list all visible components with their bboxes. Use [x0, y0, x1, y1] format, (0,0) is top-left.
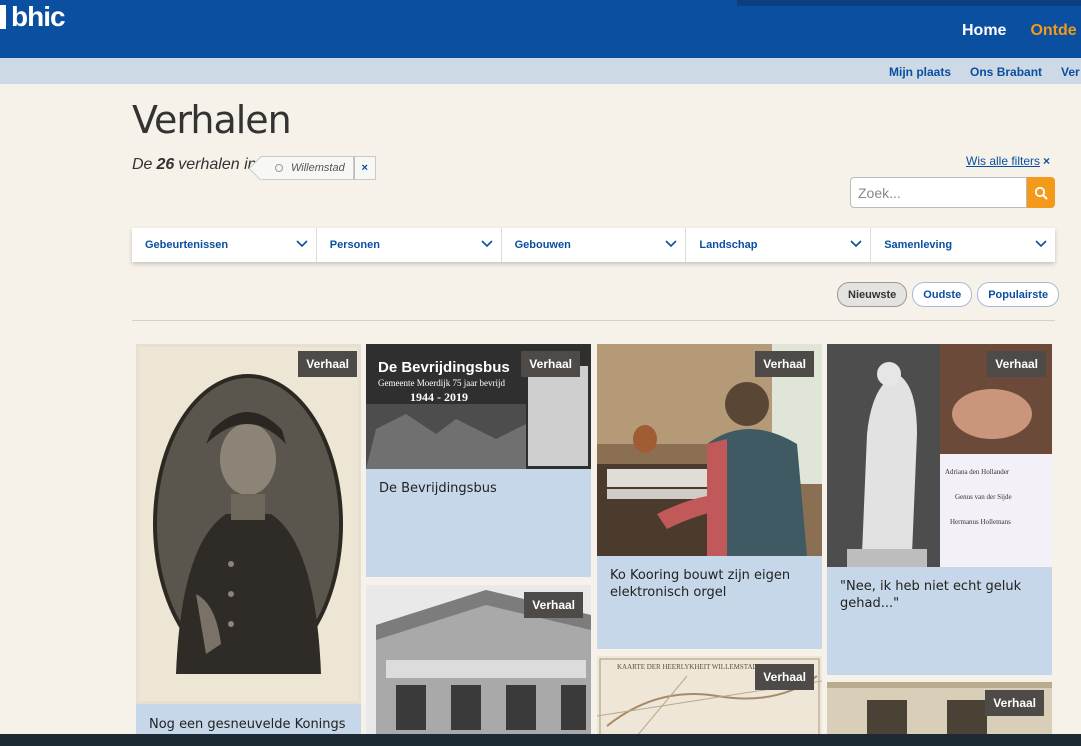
- story-type-badge: Verhaal: [298, 351, 357, 377]
- sort-oldest-button[interactable]: Oudste: [912, 282, 973, 307]
- filter-tag-label: Willemstad: [260, 156, 354, 180]
- active-filter-text: Willemstad: [291, 162, 345, 174]
- header-stripe: [737, 0, 1081, 6]
- nav-home[interactable]: Home: [962, 22, 1006, 40]
- search-icon: [1034, 186, 1048, 199]
- story-card[interactable]: Verhaal: [366, 585, 591, 736]
- results-summary: De 26 verhalen in: [132, 156, 257, 174]
- story-title: Ko Kooring bouwt zijn eigen elektronisch…: [610, 568, 791, 600]
- os-taskbar: [0, 734, 1081, 746]
- top-header: bhic Home Ontde: [0, 0, 1081, 58]
- story-title: "Nee, ik heb niet echt geluk gehad...": [840, 579, 1022, 611]
- active-filter-tag: Willemstad ×: [260, 155, 376, 181]
- filter-label: Landschap: [699, 239, 758, 251]
- poster-heading: De Bevrijdingsbus: [378, 359, 510, 376]
- page-title: Verhalen: [132, 98, 292, 142]
- search-box: [850, 177, 1055, 208]
- results-count: 26: [156, 156, 175, 173]
- poster-subtitle: Gemeente Moerdijk 75 jaar bevrijd: [378, 378, 505, 388]
- clear-filters-close-icon[interactable]: ×: [1043, 154, 1050, 168]
- filter-gebouwen[interactable]: Gebouwen: [502, 228, 687, 262]
- subnav-verhalen[interactable]: Ver: [1061, 65, 1080, 79]
- story-card[interactable]: KAARTE DER HEERLYKHEIT WILLEMSTAD Verhaa…: [597, 656, 822, 736]
- search-input[interactable]: [850, 177, 1027, 208]
- filter-label: Samenleving: [884, 239, 953, 251]
- story-card[interactable]: Verhaal: [827, 682, 1052, 736]
- filter-label: Gebeurtenissen: [145, 239, 229, 251]
- filter-gebeurtenissen[interactable]: Gebeurtenissen: [132, 228, 317, 262]
- statue-collage-image: Adriana den Hollander Genus van der Sijd…: [827, 344, 1052, 567]
- story-type-badge: Verhaal: [755, 351, 814, 377]
- nav-ontdekken[interactable]: Ontde: [1030, 22, 1076, 40]
- summary-suffix: verhalen in: [178, 156, 257, 173]
- story-type-badge: Verhaal: [985, 690, 1044, 716]
- sort-options: Nieuwste Oudste Populairste: [837, 282, 1060, 307]
- poster-years: 1944 - 2019: [410, 390, 468, 404]
- story-type-badge: Verhaal: [521, 351, 580, 377]
- subnav-mijn-plaats[interactable]: Mijn plaats: [889, 65, 951, 79]
- card-text-line: Genus van der Sijde: [955, 493, 1012, 501]
- divider: [132, 320, 1055, 321]
- story-type-badge: Verhaal: [987, 351, 1046, 377]
- sort-newest-button[interactable]: Nieuwste: [837, 282, 908, 307]
- chevron-down-icon: [850, 240, 862, 248]
- story-title: Nog een gesneuvelde Konings: [149, 717, 346, 732]
- map-title: KAARTE DER HEERLYKHEIT WILLEMSTAD: [617, 663, 758, 671]
- filter-label: Personen: [329, 239, 380, 251]
- sub-nav: Mijn plaats Ons Brabant Ver: [889, 65, 1080, 79]
- logo-text: bhic: [11, 1, 66, 32]
- remove-filter-button[interactable]: ×: [353, 156, 376, 180]
- summary-prefix: De: [132, 156, 153, 173]
- chevron-down-icon: [481, 240, 493, 248]
- filter-personen[interactable]: Personen: [317, 228, 502, 262]
- chevron-down-icon: [1035, 240, 1047, 248]
- subnav-ons-brabant[interactable]: Ons Brabant: [970, 65, 1042, 79]
- story-card[interactable]: Verhaal Ko Kooring bouwt zijn eigen elek…: [597, 344, 822, 649]
- chevron-down-icon: [665, 240, 677, 248]
- filter-samenleving[interactable]: Samenleving: [871, 228, 1055, 262]
- card-text-line: Adriana den Hollander: [945, 468, 1010, 476]
- story-title: De Bevrijdingsbus: [379, 481, 497, 496]
- story-type-badge: Verhaal: [524, 592, 583, 618]
- clear-all-filters-link[interactable]: Wis alle filters: [966, 154, 1040, 168]
- story-card[interactable]: De Bevrijdingsbus Gemeente Moerdijk 75 j…: [366, 344, 591, 577]
- search-button[interactable]: [1027, 177, 1055, 208]
- main-nav: Home Ontde: [962, 22, 1077, 40]
- soldier-portrait-image: [136, 344, 361, 704]
- logo-bar: [0, 5, 6, 29]
- tag-hole-icon: [275, 164, 283, 172]
- card-text-line: Hermanus Hollemans: [950, 518, 1011, 526]
- sort-popular-button[interactable]: Populairste: [977, 282, 1060, 307]
- chevron-down-icon: [296, 240, 308, 248]
- filter-label: Gebouwen: [514, 239, 571, 251]
- story-card[interactable]: Verhaal Nog een gesneuvelde Konings: [136, 344, 361, 736]
- filter-landschap[interactable]: Landschap: [686, 228, 872, 262]
- bhic-logo[interactable]: bhic: [0, 1, 66, 32]
- story-card[interactable]: Adriana den Hollander Genus van der Sijd…: [827, 344, 1052, 675]
- filter-bar: Gebeurtenissen Personen Gebouwen Landsch…: [132, 228, 1055, 262]
- story-type-badge: Verhaal: [755, 664, 814, 690]
